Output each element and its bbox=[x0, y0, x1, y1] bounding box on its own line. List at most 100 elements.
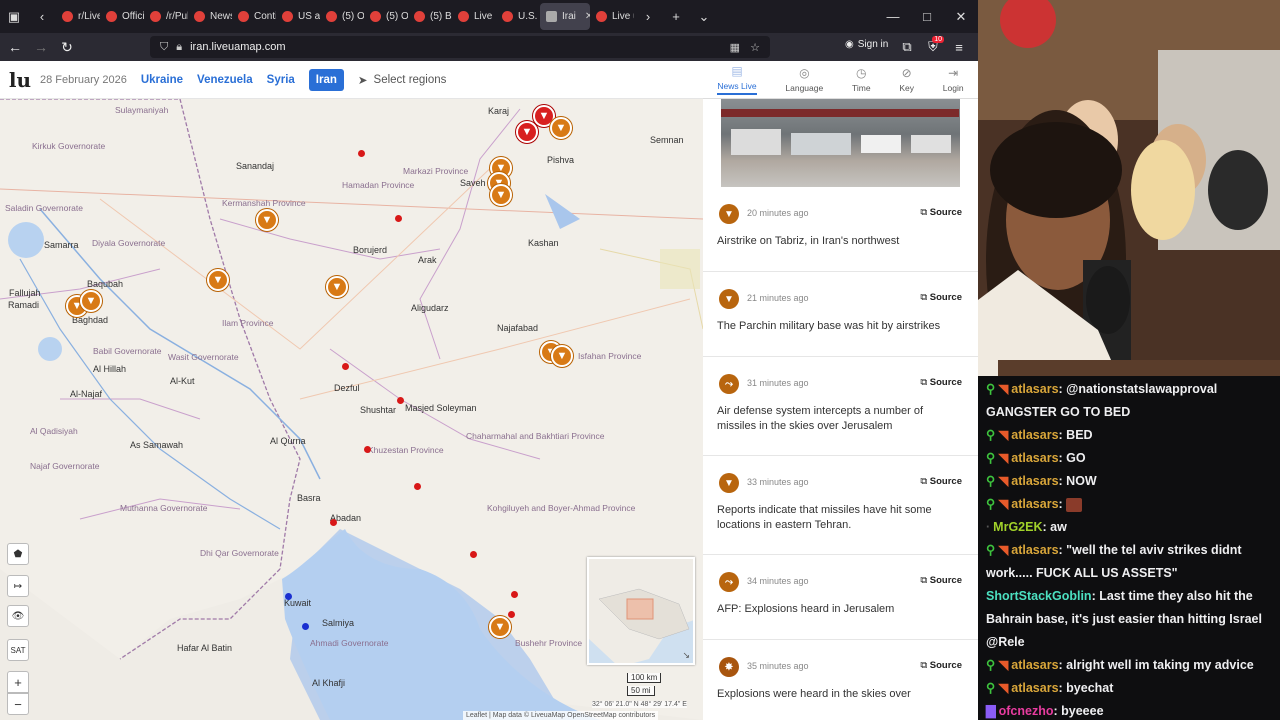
event-dot-red[interactable] bbox=[397, 397, 404, 404]
missile-marker-icon[interactable]: ▼ bbox=[326, 276, 348, 298]
lock-icon[interactable]: 🔒︎ bbox=[176, 41, 182, 54]
region-link-iran[interactable]: Iran bbox=[308, 68, 344, 91]
event-dot-red[interactable] bbox=[342, 363, 349, 370]
chat-username[interactable]: atlasars bbox=[1011, 497, 1058, 511]
news-item[interactable]: ▼ 20 minutes ago ⧉ Source Airstrike on Tabr… bbox=[703, 187, 978, 272]
maximize-icon[interactable]: □ bbox=[910, 0, 944, 33]
ublock-icon[interactable]: ⛨ 10 bbox=[920, 33, 946, 61]
event-dot-red[interactable] bbox=[508, 611, 515, 618]
chat-username[interactable]: atlasars bbox=[1011, 681, 1058, 695]
satellite-toggle-button[interactable]: SAT bbox=[7, 639, 29, 661]
browser-tab[interactable]: r/Live bbox=[56, 3, 100, 30]
tab-overview-icon[interactable]: ▣ bbox=[0, 0, 28, 33]
browser-tab[interactable]: (5) O5 bbox=[364, 3, 408, 30]
region-link-syria[interactable]: Syria bbox=[267, 74, 295, 86]
missile-marker-icon[interactable]: ▼ bbox=[550, 117, 572, 139]
browser-tab[interactable]: Offici bbox=[100, 3, 144, 30]
zoom-out-button[interactable]: − bbox=[7, 693, 29, 715]
reload-icon[interactable]: ↻ bbox=[54, 33, 80, 61]
panel-tab-time[interactable]: ◷ Time bbox=[852, 66, 871, 93]
missile-marker-icon[interactable]: ▼ bbox=[207, 269, 229, 291]
news-item[interactable]: ▼ 33 minutes ago ⧉ Source Reports indicate … bbox=[703, 456, 978, 555]
chat-username[interactable]: atlasars bbox=[1011, 658, 1058, 672]
event-dot-red[interactable] bbox=[358, 150, 365, 157]
source-link[interactable]: ⧉ Source bbox=[920, 575, 962, 586]
zoom-in-button[interactable]: + bbox=[7, 671, 29, 693]
browser-tab[interactable]: /r/Pul bbox=[144, 3, 188, 30]
browser-tab[interactable]: Live I bbox=[452, 3, 496, 30]
measure-button[interactable]: ↦ bbox=[7, 575, 29, 597]
event-dot-red[interactable] bbox=[470, 551, 477, 558]
tab-scroll-left-icon[interactable]: ‹ bbox=[28, 0, 56, 33]
panel-tab-key[interactable]: ⊘ Key bbox=[899, 66, 914, 93]
chat-username[interactable]: atlasars bbox=[1011, 543, 1058, 557]
news-item[interactable]: ✸ 35 minutes ago ⧉ Source Explosions were h… bbox=[703, 640, 978, 720]
missile-marker-icon[interactable]: ▼ bbox=[490, 184, 512, 206]
minimap-collapse-icon[interactable]: ↘ bbox=[682, 650, 690, 661]
chat-username[interactable]: atlasars bbox=[1011, 428, 1058, 442]
bookmark-star-icon[interactable]: ☆ bbox=[750, 41, 760, 54]
source-link[interactable]: ⧉ Source bbox=[920, 476, 962, 487]
url-bar[interactable]: ⛉ 🔒︎ iran.liveuamap.com ▦ ☆ bbox=[150, 36, 770, 58]
url-text[interactable]: iran.liveuamap.com bbox=[190, 41, 285, 53]
news-text[interactable]: Reports indicate that missiles have hit … bbox=[717, 503, 952, 533]
panel-tab-login[interactable]: ⇥ Login bbox=[943, 66, 964, 93]
region-link-venezuela[interactable]: Venezuela bbox=[197, 74, 253, 86]
news-text[interactable]: Airstrike on Tabriz, in Iran's northwest bbox=[717, 234, 952, 249]
browser-tab[interactable]: Irai ✕ bbox=[540, 3, 590, 30]
tab-scroll-right-icon[interactable]: › bbox=[634, 0, 662, 33]
extensions-icon[interactable]: ⧉ bbox=[894, 33, 920, 61]
tab-list-icon[interactable]: ⌄ bbox=[690, 0, 718, 33]
news-item[interactable]: ⤳ 34 minutes ago ⧉ Source AFP: Explosions h… bbox=[703, 555, 978, 640]
draw-polygon-button[interactable]: ⬟ bbox=[7, 543, 29, 565]
liveuamap-logo[interactable]: lu bbox=[0, 68, 40, 92]
menu-icon[interactable]: ≡ bbox=[946, 33, 972, 61]
event-dot-red[interactable] bbox=[364, 446, 371, 453]
browser-tab[interactable]: (5) O5 bbox=[320, 3, 364, 30]
minimap[interactable]: ↘ bbox=[587, 557, 695, 665]
news-item[interactable]: ▼ 21 minutes ago ⧉ Source The Parchin milit… bbox=[703, 272, 978, 357]
event-dot-red[interactable] bbox=[414, 483, 421, 490]
news-photo[interactable] bbox=[721, 99, 960, 187]
news-text[interactable]: The Parchin military base was hit by air… bbox=[717, 319, 952, 334]
event-dot-red[interactable] bbox=[330, 519, 337, 526]
panel-tab-language[interactable]: ◎ Language bbox=[785, 66, 823, 93]
chat-username[interactable]: ofcnezho bbox=[999, 704, 1054, 718]
minimize-icon[interactable]: — bbox=[876, 0, 910, 33]
select-regions-button[interactable]: ➤ Select regions bbox=[358, 73, 447, 87]
event-dot-red[interactable] bbox=[395, 215, 402, 222]
event-dot-blue[interactable] bbox=[285, 593, 292, 600]
missile-marker-icon[interactable]: ▼ bbox=[489, 616, 511, 638]
chat-username[interactable]: atlasars bbox=[1011, 474, 1058, 488]
news-item[interactable]: ⤳ 31 minutes ago ⧉ Source Air defense syste… bbox=[703, 357, 978, 456]
chat-username[interactable]: atlasars bbox=[1011, 382, 1058, 396]
map-attribution[interactable]: Leaflet | Map data © LiveuaMap OpenStree… bbox=[463, 711, 659, 720]
event-dot-blue[interactable] bbox=[302, 623, 309, 630]
news-text[interactable]: AFP: Explosions heard in Jerusalem bbox=[717, 602, 952, 617]
news-text[interactable]: Air defense system intercepts a number o… bbox=[717, 404, 952, 434]
source-link[interactable]: ⧉ Source bbox=[920, 377, 962, 388]
region-link-ukraine[interactable]: Ukraine bbox=[141, 74, 183, 86]
browser-tab[interactable]: U.S. a bbox=[496, 3, 540, 30]
browser-tab[interactable]: US an bbox=[276, 3, 320, 30]
browser-tab[interactable]: Live u bbox=[590, 3, 634, 30]
chat-username[interactable]: ShortStackGoblin bbox=[986, 589, 1092, 603]
source-link[interactable]: ⧉ Source bbox=[920, 207, 962, 218]
panel-tab-news-live[interactable]: ▤ News Live bbox=[717, 64, 757, 95]
close-window-icon[interactable]: ✕ bbox=[944, 0, 978, 33]
browser-tab[interactable]: (5) Be bbox=[408, 3, 452, 30]
shield-icon[interactable]: ⛉ bbox=[160, 41, 168, 54]
browser-tab[interactable]: News bbox=[188, 3, 232, 30]
forward-icon[interactable]: → bbox=[28, 33, 54, 61]
event-dot-red[interactable] bbox=[511, 591, 518, 598]
explosion-marker-icon[interactable]: ▼ bbox=[516, 121, 538, 143]
reader-view-icon[interactable]: ▦ bbox=[730, 41, 740, 54]
chat-username[interactable]: atlasars bbox=[1011, 451, 1058, 465]
source-link[interactable]: ⧉ Source bbox=[920, 660, 962, 671]
hide-markers-button[interactable]: 👁 bbox=[7, 605, 29, 627]
missile-marker-icon[interactable]: ▼ bbox=[80, 290, 102, 312]
new-tab-icon[interactable]: + bbox=[662, 0, 690, 33]
back-icon[interactable]: ← bbox=[2, 33, 28, 61]
news-text[interactable]: Explosions were heard in the skies over bbox=[717, 687, 952, 702]
missile-marker-icon[interactable]: ▼ bbox=[256, 209, 278, 231]
